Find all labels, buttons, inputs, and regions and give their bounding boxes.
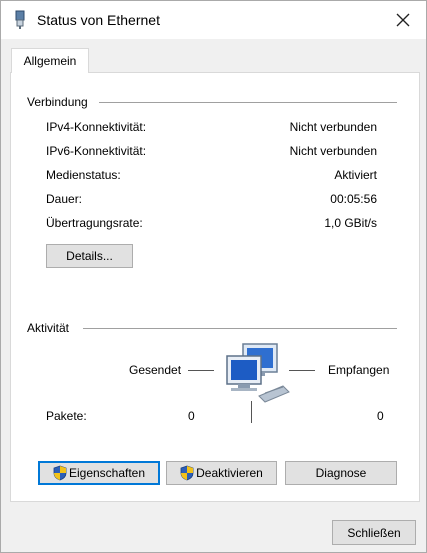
sent-dash [188, 370, 214, 371]
ethernet-adapter-icon [15, 10, 25, 29]
activity-group-label: Aktivität [27, 321, 76, 335]
transfer-rate-value: 1,0 GBit/s [324, 216, 377, 230]
duration-value: 00:05:56 [330, 192, 377, 206]
disable-button-label: Deaktivieren [196, 466, 263, 480]
packets-received-value: 0 [377, 409, 384, 423]
status-dialog: Status von Ethernet Allgemein Verbindung… [0, 0, 427, 553]
general-panel: Verbindung IPv4-Konnektivität: Nicht ver… [10, 72, 420, 502]
media-status-label: Medienstatus: [46, 168, 121, 182]
uac-shield-icon [53, 465, 67, 481]
activity-separator [251, 401, 252, 423]
received-label: Empfangen [328, 363, 390, 377]
properties-button[interactable]: Eigenschaften [38, 461, 160, 485]
disable-button[interactable]: Deaktivieren [166, 461, 277, 485]
ipv6-label: IPv6-Konnektivität: [46, 144, 147, 158]
properties-button-label: Eigenschaften [68, 466, 146, 480]
uac-shield-icon [180, 465, 194, 481]
window-title: Status von Ethernet [37, 12, 160, 28]
diagnose-button[interactable]: Diagnose [285, 461, 397, 485]
ipv6-value: Nicht verbunden [289, 144, 377, 158]
packets-label: Pakete: [46, 409, 87, 423]
close-icon [396, 13, 410, 27]
ipv4-value: Nicht verbunden [289, 120, 377, 134]
title-bar: Status von Ethernet [1, 1, 426, 39]
tab-allgemein[interactable]: Allgemein [11, 48, 89, 73]
close-button[interactable]: Schließen [332, 520, 416, 545]
transfer-rate-label: Übertragungsrate: [46, 216, 143, 230]
connection-divider [99, 102, 397, 103]
activity-divider [83, 328, 397, 329]
network-computers-icon [226, 343, 290, 403]
close-window-button[interactable] [380, 1, 426, 39]
duration-label: Dauer: [46, 192, 83, 206]
connection-group-label: Verbindung [27, 95, 94, 109]
packets-sent-value: 0 [188, 409, 195, 423]
received-dash [289, 370, 315, 371]
ipv4-label: IPv4-Konnektivität: [46, 120, 147, 134]
sent-label: Gesendet [129, 363, 182, 377]
media-status-value: Aktiviert [334, 168, 377, 182]
details-button[interactable]: Details... [46, 244, 133, 268]
